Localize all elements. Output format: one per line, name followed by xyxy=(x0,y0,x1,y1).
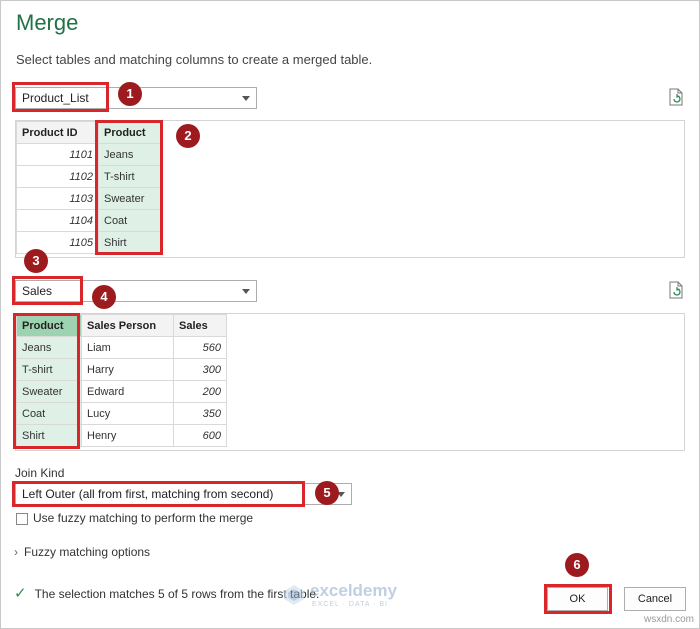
match-status: ✓ The selection matches 5 of 5 rows from … xyxy=(14,584,319,602)
annotation-badge-5: 5 xyxy=(315,481,339,505)
column-header-sales-person[interactable]: Sales Person xyxy=(81,314,174,337)
checkmark-icon: ✓ xyxy=(14,585,27,602)
fuzzy-matching-options-label: Fuzzy matching options xyxy=(24,545,151,559)
chevron-down-icon xyxy=(242,289,250,294)
annotation-box-4 xyxy=(12,276,83,305)
join-kind-label: Join Kind xyxy=(15,466,65,480)
column-header-sales[interactable]: Sales xyxy=(173,314,227,337)
cell-sales: 600 xyxy=(173,424,227,447)
fuzzy-matching-options-toggle[interactable]: › Fuzzy matching options xyxy=(14,545,150,559)
dialog-title: Merge xyxy=(16,10,79,35)
cell-sales: 300 xyxy=(173,358,227,381)
cell-sales-person: Harry xyxy=(81,358,174,381)
annotation-box-5 xyxy=(12,481,305,507)
refresh-icon[interactable] xyxy=(668,88,684,106)
chevron-right-icon: › xyxy=(14,545,18,559)
refresh-icon[interactable] xyxy=(668,281,684,299)
cell-sales-person: Henry xyxy=(81,424,174,447)
fuzzy-matching-label[interactable]: Use fuzzy matching to perform the merge xyxy=(33,511,253,525)
chevron-down-icon xyxy=(242,96,250,101)
column-header-product-id[interactable]: Product ID xyxy=(16,121,99,144)
annotation-badge-3: 3 xyxy=(24,249,48,273)
cell-product-id: 1103 xyxy=(16,187,99,210)
cell-sales-person: Liam xyxy=(81,336,174,359)
fuzzy-matching-checkbox[interactable] xyxy=(16,513,28,525)
annotation-badge-2: 2 xyxy=(176,124,200,148)
cancel-button[interactable]: Cancel xyxy=(624,587,686,611)
site-watermark: wsxdn.com xyxy=(643,614,694,625)
match-status-text: The selection matches 5 of 5 rows from t… xyxy=(34,587,320,601)
cell-sales-person: Edward xyxy=(81,380,174,403)
annotation-badge-6: 6 xyxy=(565,553,589,577)
cell-sales-person: Lucy xyxy=(81,402,174,425)
cell-product-id: 1102 xyxy=(16,165,99,188)
annotation-badge-1: 1 xyxy=(118,82,142,106)
cell-sales: 200 xyxy=(173,380,227,403)
annotation-box-2 xyxy=(95,120,163,255)
second-table-preview: Product Sales Person Sales Jeans Liam 56… xyxy=(15,313,685,451)
cell-sales: 560 xyxy=(173,336,227,359)
cell-product-id: 1101 xyxy=(16,143,99,166)
annotation-badge-4: 4 xyxy=(92,285,116,309)
cell-sales: 350 xyxy=(173,402,227,425)
annotation-box-3 xyxy=(13,313,80,449)
cell-product-id: 1104 xyxy=(16,209,99,232)
annotation-box-1 xyxy=(12,82,109,112)
dialog-subtitle: Select tables and matching columns to cr… xyxy=(16,52,373,67)
annotation-box-6 xyxy=(544,584,612,614)
